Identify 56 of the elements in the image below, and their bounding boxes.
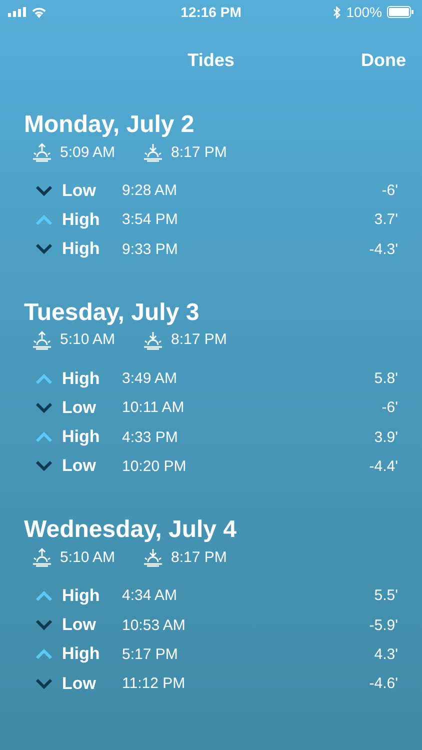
battery-percent: 100%	[346, 4, 382, 20]
tide-time: 9:28 AM	[122, 182, 178, 200]
sunset-icon	[143, 330, 164, 350]
tide-height: -4.4'	[369, 458, 398, 475]
tide-height: -5.9'	[369, 616, 398, 634]
tide-height: 3.9'	[374, 428, 398, 446]
tide-type: Low	[62, 674, 97, 694]
tide-type: High	[62, 239, 101, 260]
tide-type: High	[62, 586, 101, 606]
tide-time: 5:17 PM	[122, 646, 179, 663]
day-heading: Monday, July 2	[24, 110, 194, 140]
sunset-time: 8:17 PM	[171, 331, 227, 348]
sunset-icon	[143, 142, 164, 162]
tide-time: 10:11 AM	[122, 399, 186, 416]
tide-height: -4.6'	[369, 675, 398, 692]
tide-time: 10:53 AM	[122, 616, 186, 634]
tide-height: 4.3'	[374, 646, 398, 663]
sunrise-time: 5:10 AM	[60, 331, 116, 348]
tide-height: -6'	[382, 399, 398, 416]
tide-type: Low	[62, 456, 97, 476]
tide-height: 5.8'	[374, 370, 398, 388]
sunrise-icon	[32, 330, 52, 350]
bluetooth-icon	[333, 6, 342, 18]
sunset-icon	[143, 547, 164, 568]
tide-type: High	[62, 427, 101, 448]
sunrise-time: 5:09 AM	[60, 144, 116, 160]
tide-time: 10:20 PM	[122, 458, 188, 475]
tide-type: High	[62, 368, 101, 389]
tide-time: 11:12 PM	[122, 675, 186, 692]
nav-title: Tides	[188, 50, 234, 70]
tide-time: 3:49 AM	[122, 370, 178, 388]
day-heading: Tuesday, July 3	[24, 298, 200, 328]
tide-height: 5.5'	[374, 587, 398, 604]
tide-height: 3.7'	[374, 211, 398, 228]
tide-type: Low	[62, 180, 97, 201]
sunset-time: 8:17 PM	[171, 144, 227, 160]
sunrise-icon	[32, 547, 52, 568]
sunrise-time: 5:10 AM	[60, 548, 116, 566]
tide-type: High	[62, 210, 101, 230]
done-button[interactable]: Done	[361, 50, 406, 70]
tide-time: 4:33 PM	[122, 428, 179, 446]
tide-type: Low	[62, 615, 97, 636]
signal-icon	[8, 7, 26, 17]
sunrise-icon	[32, 142, 52, 162]
tide-height: -4.3'	[369, 240, 398, 258]
tide-type: High	[62, 644, 101, 664]
tide-time: 3:54 PM	[122, 211, 179, 228]
status-time: 12:16 PM	[180, 4, 242, 20]
sunset-time: 8:17 PM	[171, 548, 227, 566]
tide-time: 4:34 AM	[122, 587, 178, 604]
battery-icon	[387, 6, 414, 18]
tide-height: -6'	[382, 182, 398, 200]
wifi-icon	[31, 6, 47, 18]
tide-type: Low	[62, 398, 97, 418]
tide-time: 9:33 PM	[122, 240, 179, 258]
day-heading: Wednesday, July 4	[24, 515, 237, 546]
